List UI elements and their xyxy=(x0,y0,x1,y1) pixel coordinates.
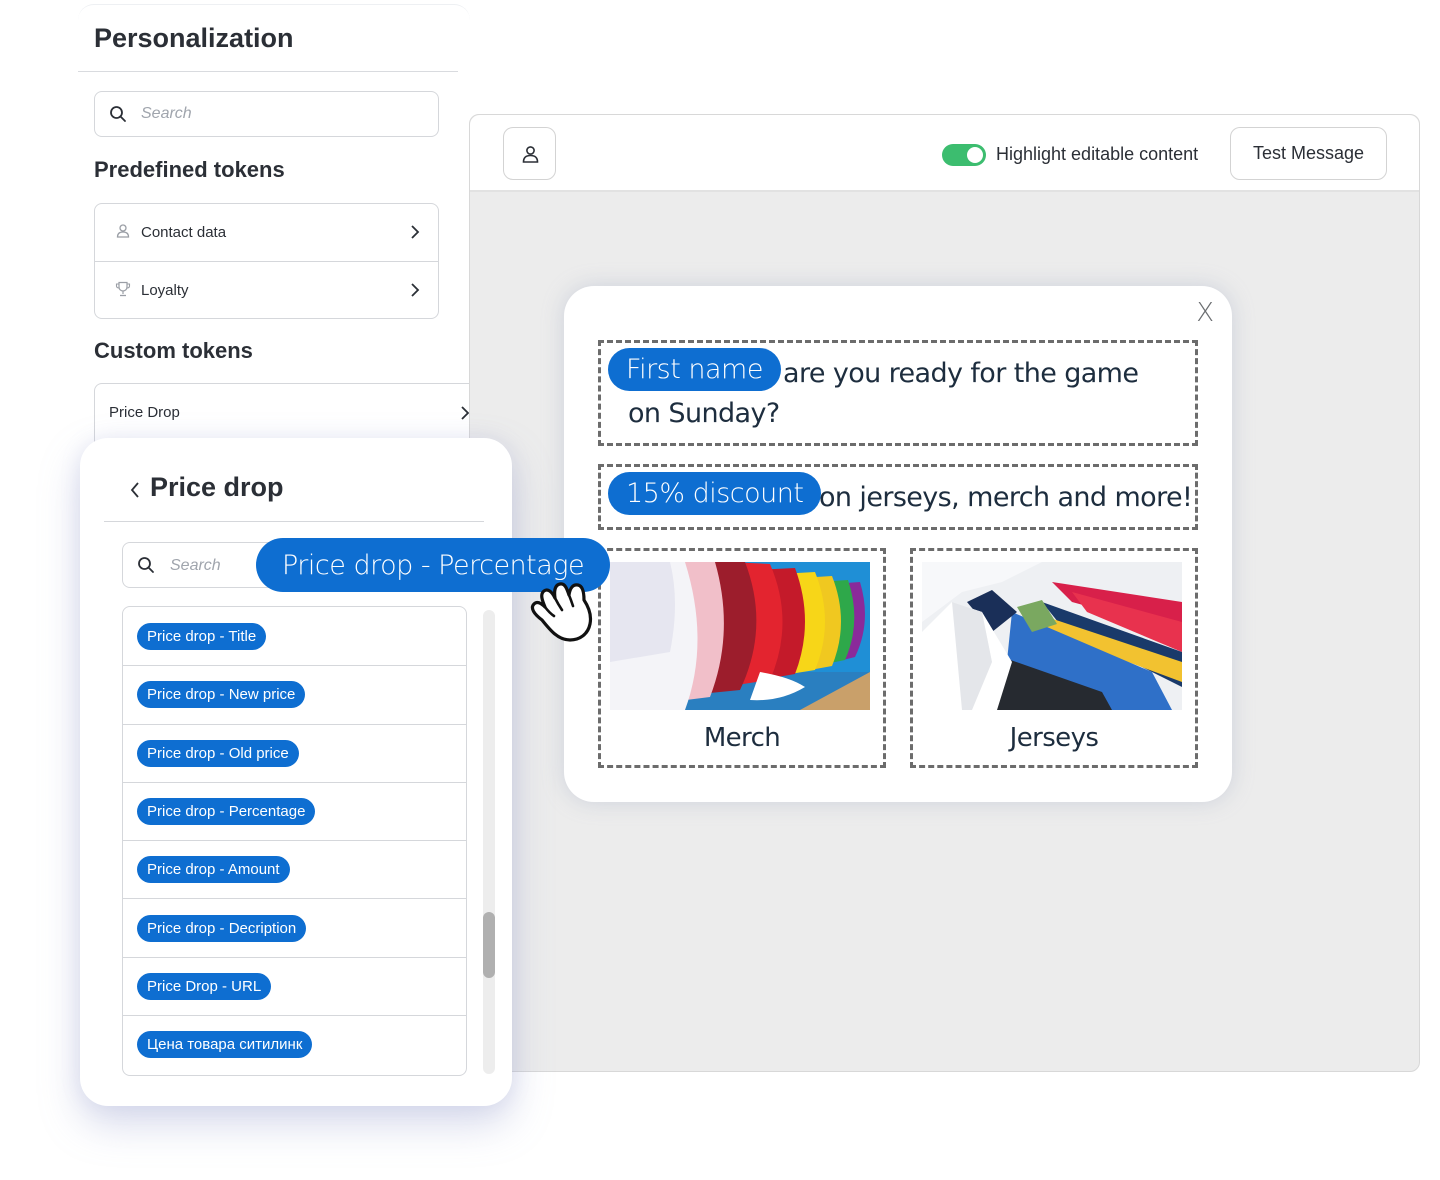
jerseys-image xyxy=(922,562,1182,710)
list-item[interactable]: Price Drop - URL xyxy=(123,956,466,1015)
user-preview-button[interactable] xyxy=(503,127,556,180)
editable-text-block-discount[interactable]: 15% discount on jerseys, merch and more! xyxy=(598,464,1198,530)
scrollbar-thumb[interactable] xyxy=(483,912,495,978)
price-drop-token-list: Price drop - Title Price drop - New pric… xyxy=(122,606,467,1076)
predefined-token-list: Contact data Loyalty xyxy=(94,203,439,319)
caps-photo xyxy=(610,562,870,710)
editable-product-card-merch[interactable]: Merch xyxy=(598,548,886,768)
chevron-right-icon xyxy=(411,283,420,297)
token-chip[interactable]: Price drop - Decription xyxy=(137,914,307,942)
token-chip-first-name[interactable]: First name xyxy=(608,348,781,391)
panel-title: Price drop xyxy=(150,472,284,502)
toggle-knob xyxy=(967,147,983,163)
message-preview: X First name are you ready for the game … xyxy=(564,286,1232,802)
list-item[interactable]: Price drop - Decription xyxy=(123,898,466,956)
list-item[interactable]: Price drop - Amount xyxy=(123,840,466,898)
message-text: on jerseys, merch and more! xyxy=(819,482,1193,513)
token-chip[interactable]: Цена товара ситилинк xyxy=(137,1031,313,1059)
user-icon xyxy=(116,224,130,238)
jerseys-photo xyxy=(922,562,1182,710)
product-caption: Jerseys xyxy=(1009,723,1099,753)
token-chip[interactable]: Price drop - Title xyxy=(137,622,267,650)
list-item[interactable]: Price drop - Old price xyxy=(123,723,466,782)
product-caption: Merch xyxy=(703,723,781,753)
highlight-editable-toggle[interactable] xyxy=(942,144,986,166)
token-chip[interactable]: Price drop - Old price xyxy=(137,739,299,767)
search-placeholder: Search xyxy=(170,557,221,574)
merch-image xyxy=(610,562,870,710)
divider xyxy=(104,521,484,522)
token-chip-discount[interactable]: 15% discount xyxy=(608,472,822,515)
scrollbar[interactable] xyxy=(483,610,495,1074)
divider xyxy=(78,71,458,72)
list-item[interactable]: Price drop - Title xyxy=(123,607,466,665)
editable-product-card-jerseys[interactable]: Jerseys xyxy=(910,548,1198,768)
highlight-editable-label: Highlight editable content xyxy=(996,144,1199,164)
search-icon xyxy=(138,557,154,573)
personalization-panel: Personalization Search Predefined tokens… xyxy=(78,4,474,464)
list-item[interactable]: Price drop - New price xyxy=(123,665,466,723)
token-category-label: Contact data xyxy=(141,224,227,241)
editable-text-block-greeting[interactable]: First name are you ready for the game on… xyxy=(598,340,1198,446)
chevron-left-icon[interactable] xyxy=(130,481,140,499)
chevron-right-icon xyxy=(411,225,420,239)
close-icon[interactable]: X xyxy=(1196,298,1214,328)
token-chip[interactable]: Price Drop - URL xyxy=(137,972,272,1000)
token-category-loyalty[interactable]: Loyalty xyxy=(95,261,438,318)
search-input[interactable]: Search xyxy=(94,91,439,137)
token-category-label: Loyalty xyxy=(141,281,189,299)
message-text: are you ready for the game xyxy=(783,358,1139,389)
token-chip[interactable]: Price drop - New price xyxy=(137,681,306,709)
token-category-label: Price Drop xyxy=(109,404,180,421)
editor-toolbar: Highlight editable content Test Message xyxy=(470,115,1419,192)
custom-tokens-heading: Custom tokens xyxy=(94,338,253,363)
list-item[interactable]: Price drop - Percentage xyxy=(123,781,466,840)
search-placeholder: Search xyxy=(141,105,192,122)
user-icon xyxy=(522,146,539,163)
trophy-icon xyxy=(115,281,131,297)
list-item[interactable]: Цена товара ситилинк xyxy=(123,1015,466,1073)
grab-hand-icon xyxy=(530,582,593,642)
search-icon xyxy=(110,106,126,122)
message-text: on Sunday? xyxy=(628,398,780,429)
test-message-button[interactable]: Test Message xyxy=(1230,127,1387,180)
panel-title: Personalization xyxy=(94,23,294,53)
token-chip[interactable]: Price drop - Amount xyxy=(137,856,290,884)
predefined-tokens-heading: Predefined tokens xyxy=(94,157,285,182)
token-chip[interactable]: Price drop - Percentage xyxy=(137,798,316,826)
token-category-contact-data[interactable]: Contact data xyxy=(95,204,438,261)
